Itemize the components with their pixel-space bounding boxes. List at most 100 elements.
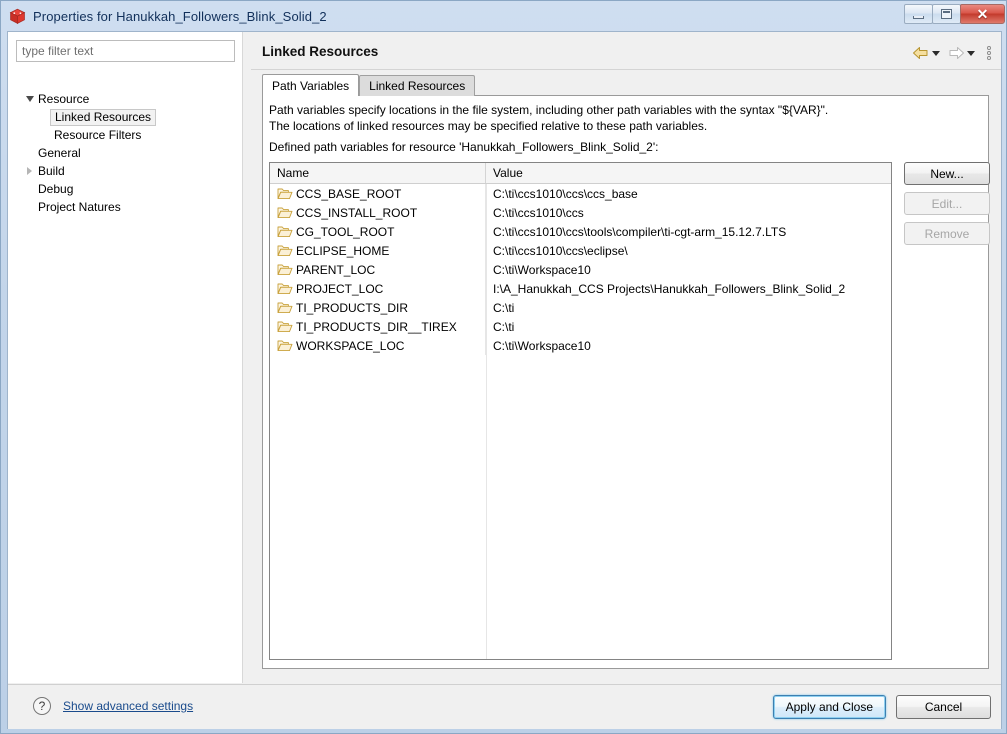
collapsed-triangle-icon[interactable] <box>22 167 36 175</box>
folder-icon <box>277 301 293 314</box>
cancel-button[interactable]: Cancel <box>896 695 991 719</box>
dialog-buttons: Apply and Close Cancel <box>772 695 991 719</box>
variable-name: TI_PRODUCTS_DIR__TIREX <box>296 319 457 334</box>
vertical-dots-icon[interactable] <box>983 43 995 63</box>
dialog-client-area: Resource Linked Resources Resource Filte… <box>7 31 1002 729</box>
table-row[interactable]: TI_PRODUCTS_DIR__TIREX C:\ti <box>270 317 891 336</box>
cell-name: CCS_INSTALL_ROOT <box>270 203 486 222</box>
minimize-button[interactable] <box>904 4 933 24</box>
show-advanced-settings-link[interactable]: Show advanced settings <box>63 699 193 713</box>
table-row[interactable]: PARENT_LOC C:\ti\Workspace10 <box>270 260 891 279</box>
path-variables-table[interactable]: Name Value CCS_BASE_ROOT C:\ti\ccs1010\cc… <box>269 162 892 660</box>
forward-history-chevron-down-icon[interactable] <box>967 50 975 56</box>
title-separator <box>251 69 1001 70</box>
cell-value: C:\ti\ccs1010\ccs\ccs_base <box>493 186 638 201</box>
description-line-3: Defined path variables for resource 'Han… <box>269 140 659 154</box>
variable-name: PARENT_LOC <box>296 262 376 277</box>
tab-bar: Path Variables Linked Resources <box>262 74 476 96</box>
edit-button: Edit... <box>904 192 990 215</box>
variable-name: CCS_BASE_ROOT <box>296 186 402 201</box>
sidebar-item-label: Project Natures <box>38 200 121 214</box>
properties-dialog-window: Properties for Hanukkah_Followers_Blink_… <box>0 0 1007 734</box>
page-title: Linked Resources <box>262 44 379 59</box>
settings-navigation-panel: Resource Linked Resources Resource Filte… <box>8 32 243 683</box>
table-action-buttons: New... Edit... Remove <box>904 162 990 245</box>
cell-name: ECLIPSE_HOME <box>270 241 486 260</box>
variable-name: PROJECT_LOC <box>296 281 384 296</box>
sidebar-item-linked-resources[interactable]: Linked Resources <box>8 108 242 126</box>
maximize-icon <box>941 9 952 19</box>
table-row[interactable]: TI_PRODUCTS_DIR C:\ti <box>270 298 891 317</box>
window-controls: ✕ <box>904 3 1005 25</box>
title-bar: Properties for Hanukkah_Followers_Blink_… <box>1 1 1006 31</box>
back-arrow-icon[interactable] <box>911 43 931 63</box>
tab-label: Linked Resources <box>369 79 466 93</box>
cell-name: TI_PRODUCTS_DIR__TIREX <box>270 317 486 336</box>
description-line-2: The locations of linked resources may be… <box>269 119 708 133</box>
forward-arrow-icon <box>946 43 966 63</box>
cell-name: CG_TOOL_ROOT <box>270 222 486 241</box>
cell-name: PROJECT_LOC <box>270 279 486 298</box>
cell-value: C:\ti\ccs1010\ccs <box>493 205 584 220</box>
folder-icon <box>277 263 293 276</box>
sidebar-item-label: Linked Resources <box>50 108 157 126</box>
apply-and-close-button[interactable]: Apply and Close <box>772 695 886 719</box>
tab-path-variables[interactable]: Path Variables <box>262 74 360 96</box>
table-row[interactable]: CCS_BASE_ROOT C:\ti\ccs1010\ccs\ccs_base <box>270 184 891 203</box>
settings-detail-panel: Linked Resources Path Variables Linked R… <box>251 32 1001 683</box>
sidebar-item-project-natures[interactable]: Project Natures <box>8 198 242 216</box>
variable-name: CCS_INSTALL_ROOT <box>296 205 418 220</box>
minimize-icon <box>913 15 924 19</box>
table-row[interactable]: CCS_INSTALL_ROOT C:\ti\ccs1010\ccs <box>270 203 891 222</box>
folder-icon <box>277 282 293 295</box>
sidebar-item-label: Resource <box>38 92 90 106</box>
sidebar-item-resource-filters[interactable]: Resource Filters <box>8 126 242 144</box>
sidebar-item-resource[interactable]: Resource <box>8 90 242 108</box>
cell-name: WORKSPACE_LOC <box>270 336 486 355</box>
cell-name: TI_PRODUCTS_DIR <box>270 298 486 317</box>
folder-icon <box>277 187 293 200</box>
filter-input[interactable] <box>16 40 235 62</box>
new-button[interactable]: New... <box>904 162 990 185</box>
sidebar-item-general[interactable]: General <box>8 144 242 162</box>
close-button[interactable]: ✕ <box>960 4 1005 24</box>
cube-icon <box>9 8 26 25</box>
maximize-button[interactable] <box>932 4 961 24</box>
cell-value: C:\ti\ccs1010\ccs\eclipse\ <box>493 243 628 258</box>
variable-name: WORKSPACE_LOC <box>296 338 405 353</box>
expanded-triangle-icon[interactable] <box>22 96 36 102</box>
table-row[interactable]: ECLIPSE_HOME C:\ti\ccs1010\ccs\eclipse\ <box>270 241 891 260</box>
window-title: Properties for Hanukkah_Followers_Blink_… <box>33 8 327 24</box>
table-header-row: Name Value <box>270 163 891 184</box>
variable-name: CG_TOOL_ROOT <box>296 224 395 239</box>
table-row[interactable]: CG_TOOL_ROOT C:\ti\ccs1010\ccs\tools\comp… <box>270 222 891 241</box>
folder-icon <box>277 225 293 238</box>
panel-splitter[interactable] <box>244 32 251 683</box>
close-icon: ✕ <box>976 6 989 22</box>
folder-icon <box>277 320 293 333</box>
tab-label: Path Variables <box>272 78 350 93</box>
table-row[interactable]: PROJECT_LOC I:\A_Hanukkah_CCS Projects\Ha… <box>270 279 891 298</box>
table-body: CCS_BASE_ROOT C:\ti\ccs1010\ccs\ccs_base C… <box>270 184 891 355</box>
sidebar-item-label: Resource Filters <box>54 128 142 142</box>
variable-name: TI_PRODUCTS_DIR <box>296 300 409 315</box>
folder-icon <box>277 339 293 352</box>
sidebar-item-label: General <box>38 146 81 160</box>
variable-name: ECLIPSE_HOME <box>296 243 390 258</box>
cell-value: C:\ti <box>493 319 515 334</box>
back-history-chevron-down-icon[interactable] <box>932 50 940 56</box>
dialog-footer: ? Show advanced settings Apply and Close… <box>8 685 1001 729</box>
page-navigation-toolbar <box>911 43 995 63</box>
column-header-value[interactable]: Value <box>486 163 891 183</box>
question-mark-icon[interactable]: ? <box>33 697 51 715</box>
table-row[interactable]: WORKSPACE_LOC C:\ti\Workspace10 <box>270 336 891 355</box>
tab-panel-path-variables: Path variables specify locations in the … <box>262 95 990 669</box>
settings-tree: Resource Linked Resources Resource Filte… <box>8 90 242 216</box>
tab-linked-resources[interactable]: Linked Resources <box>359 75 476 96</box>
remove-button: Remove <box>904 222 990 245</box>
column-header-name[interactable]: Name <box>270 163 486 183</box>
cell-value: C:\ti\ccs1010\ccs\tools\compiler\ti-cgt-… <box>493 224 787 239</box>
sidebar-item-build[interactable]: Build <box>8 162 242 180</box>
cell-value: C:\ti\Workspace10 <box>493 262 591 277</box>
sidebar-item-debug[interactable]: Debug <box>8 180 242 198</box>
